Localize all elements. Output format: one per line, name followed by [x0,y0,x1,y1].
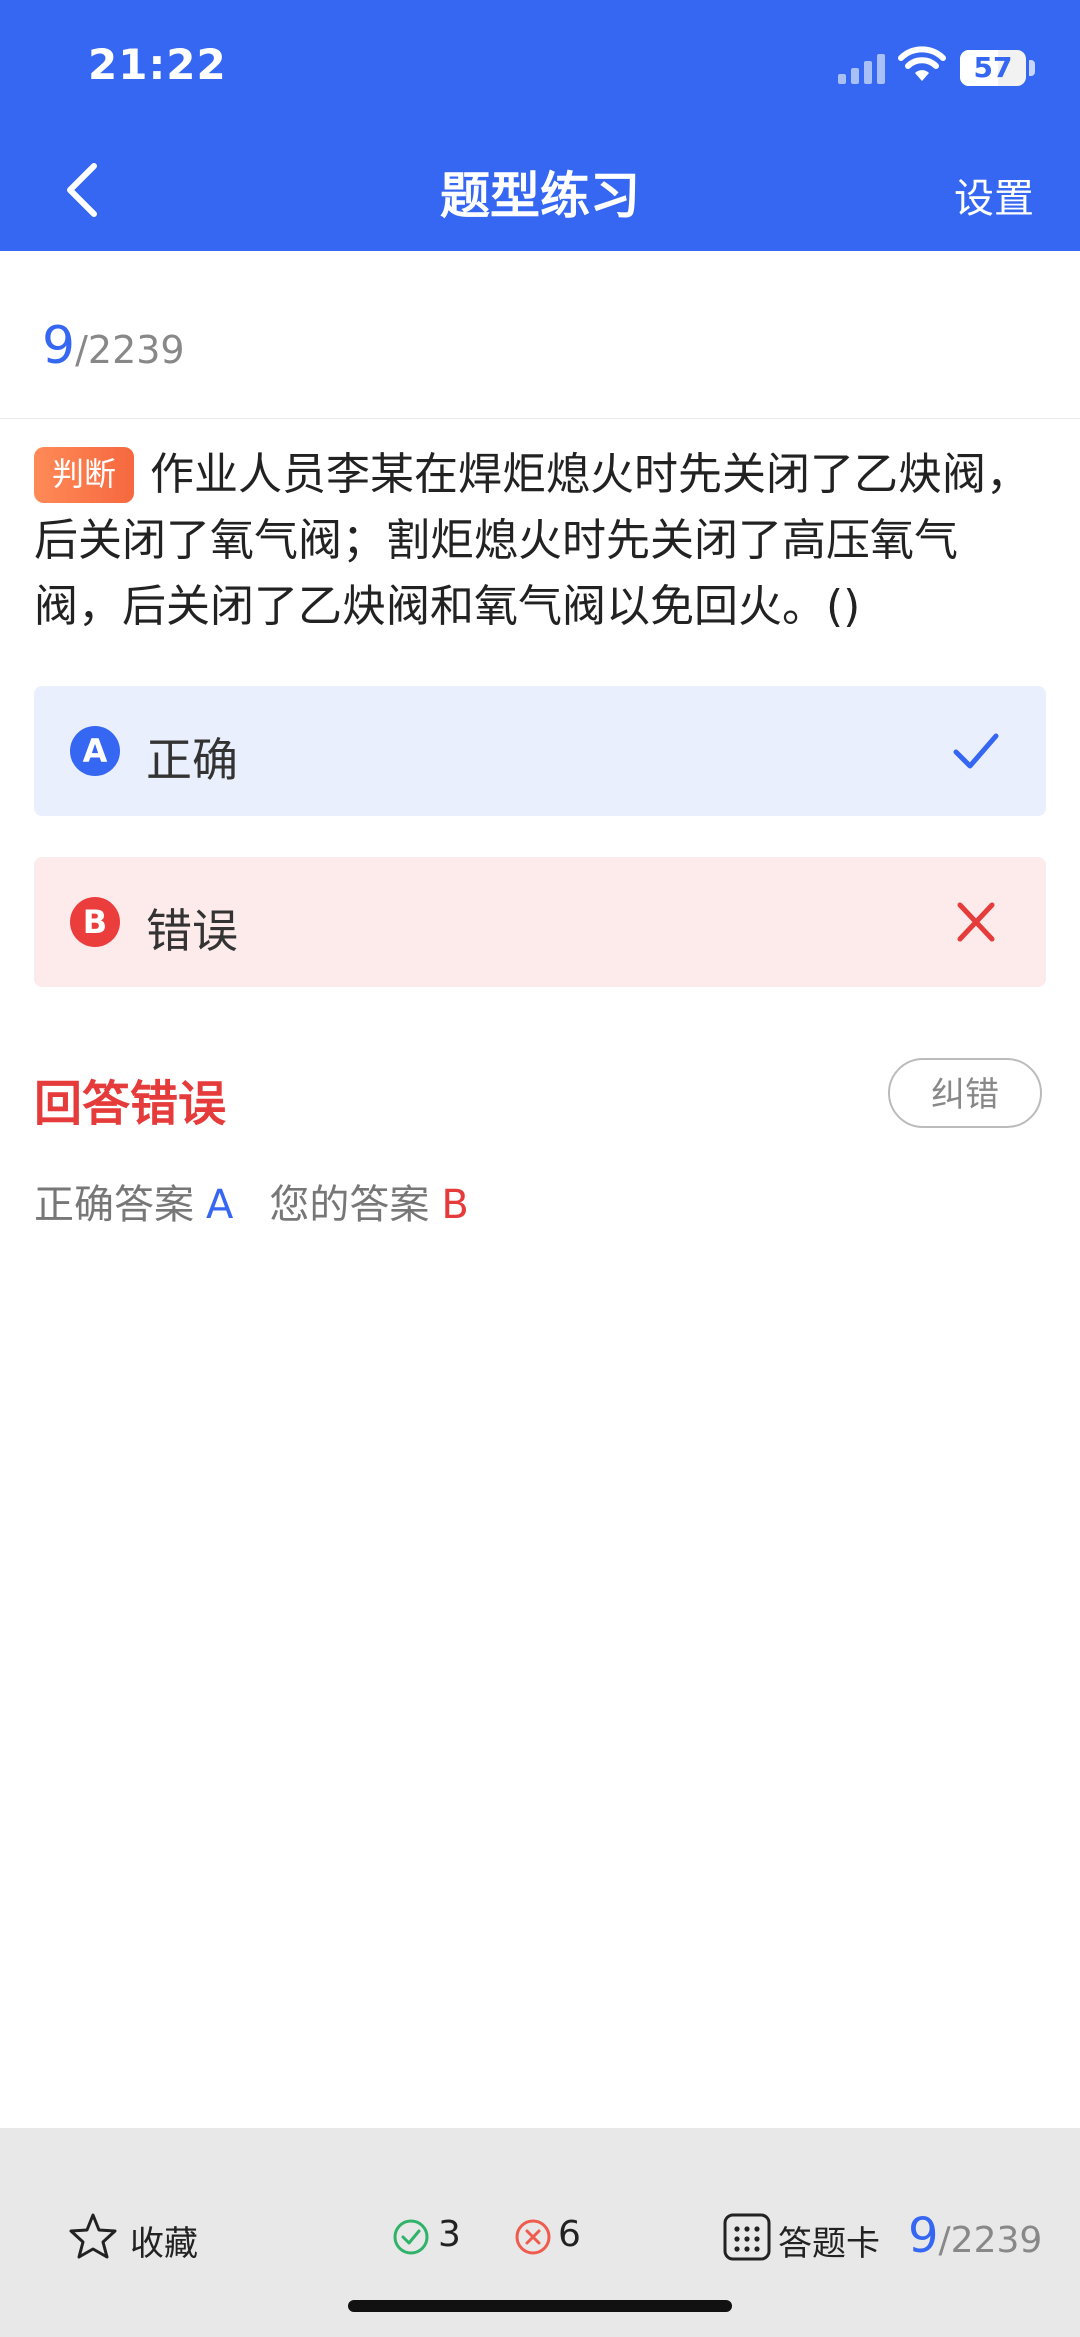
option-b-label: 错误 [146,904,238,958]
favorite-button[interactable]: 收藏 [130,2216,198,2265]
check-icon [953,733,999,769]
battery-percent: 57 [973,51,1013,84]
correct-count: 3 [438,2214,461,2255]
answer-card-icon[interactable] [722,2212,772,2262]
correct-count-icon [393,2219,429,2255]
your-answer-label: 您的答案 [269,1182,430,1228]
answer-summary: 正确答案 A 您的答案 B [34,1172,469,1230]
top-header: 21:22 57 题型练习 设置 [0,0,1080,251]
question-progress: 9/2239 [42,316,185,376]
your-answer-value: B [441,1182,469,1228]
battery-indicator: 57 [960,50,1026,86]
page-title: 题型练习 [440,167,640,225]
status-time: 21:22 [88,40,227,89]
wrong-count: 6 [558,2214,581,2255]
option-b[interactable]: B 错误 [34,857,1046,987]
answer-result-status: 回答错误 [34,1076,227,1132]
option-a-letter: A [70,726,120,776]
question-block: 判断 作业人员李某在焊炬熄火时先关闭了乙炔阀，后关闭了氧气阀；割炬熄火时先关闭了高… [34,442,1044,640]
cellular-signal-icon [838,54,885,84]
bottom-progress: 9/2239 [908,2208,1042,2264]
question-text: 作业人员李某在焊炬熄火时先关闭了乙炔阀，后关闭了氧气阀；割炬熄火时先关闭了高压氧… [34,449,1031,632]
option-a[interactable]: A 正确 [34,686,1046,816]
star-icon[interactable] [68,2212,118,2260]
question-type-tag: 判断 [34,447,135,503]
home-indicator [348,2300,732,2312]
battery-tip [1029,60,1035,76]
total-questions: /2239 [75,328,185,372]
report-error-button[interactable]: 纠错 [888,1058,1042,1128]
correct-answer-value: A [206,1182,234,1228]
settings-button[interactable]: 设置 [954,166,1034,224]
wrong-count-icon [515,2219,551,2255]
option-b-letter: B [70,897,120,947]
option-a-label: 正确 [146,733,238,787]
current-question-number: 9 [42,316,76,376]
cross-icon [957,902,995,942]
bottom-total-number: /2239 [938,2220,1043,2261]
wifi-icon [898,46,946,81]
answer-card-button[interactable]: 答题卡 [778,2216,880,2265]
correct-answer-label: 正确答案 [34,1182,194,1228]
divider [0,418,1080,419]
bottom-current-number: 9 [908,2208,939,2264]
